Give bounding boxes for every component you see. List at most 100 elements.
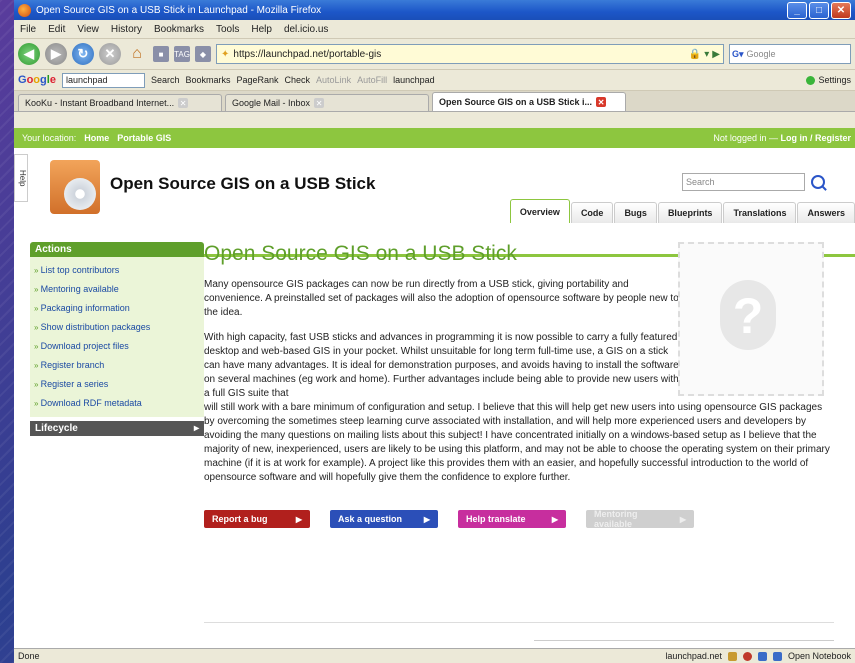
action-download-files[interactable]: Download project files (34, 337, 204, 356)
breadcrumb-project[interactable]: Portable GIS (117, 133, 171, 143)
action-register-branch[interactable]: Register branch (34, 356, 204, 375)
menu-file[interactable]: File (20, 24, 36, 35)
maximize-button[interactable]: □ (809, 1, 829, 19)
lock-icon[interactable]: 🔒 (689, 49, 701, 60)
stop-icon[interactable]: ✕ (99, 43, 121, 65)
report-bug-label: Report a bug (212, 514, 268, 524)
google-search-button[interactable]: Search (151, 75, 180, 85)
project-title: Open Source GIS on a USB Stick (110, 174, 376, 193)
ask-question-button[interactable]: Ask a question ▶ (330, 510, 438, 528)
mentoring-label: Mentoring available (594, 509, 638, 529)
tab-translations[interactable]: Translations (723, 202, 797, 223)
action-top-contributors[interactable]: List top contributors (34, 261, 204, 280)
menu-edit[interactable]: Edit (48, 24, 65, 35)
action-packaging[interactable]: Packaging information (34, 299, 204, 318)
tab-label: KooKu - Instant Broadband Internet... (25, 98, 175, 108)
dropdown-icon[interactable]: ▾ (704, 49, 709, 60)
go-icon[interactable]: ▶ (712, 49, 720, 60)
close-window-button[interactable]: ✕ (831, 1, 851, 19)
site-icon: ✦ (221, 48, 230, 60)
description-paragraph-1: Many opensource GIS packages can now be … (204, 279, 679, 318)
project-header: Open Source GIS on a USB Stick Search Ov… (44, 158, 855, 257)
google-bookmarks-button[interactable]: Bookmarks (185, 75, 230, 85)
tab-code[interactable]: Code (570, 202, 614, 223)
lifecycle-heading[interactable]: Lifecycle ▸ (30, 421, 204, 436)
open-notebook-label[interactable]: Open Notebook (788, 651, 851, 661)
google-logo: Google (18, 74, 56, 86)
tab-answers[interactable]: Answers (797, 202, 855, 223)
browser-window: Open Source GIS on a USB Stick in Launch… (14, 0, 855, 663)
tab-overview[interactable]: Overview (509, 199, 570, 223)
actions-list: List top contributors Mentoring availabl… (30, 257, 204, 417)
forward-icon[interactable]: ▶ (45, 43, 67, 65)
arrow-right-icon: ▶ (551, 514, 558, 524)
project-image-placeholder: ? (678, 242, 824, 396)
google-search-input[interactable]: launchpad (61, 72, 145, 88)
lock-status-icon[interactable] (727, 651, 737, 661)
url-text[interactable]: https://launchpad.net/portable-gis (233, 49, 684, 60)
extension-icon[interactable]: ◆ (195, 46, 211, 62)
arrow-right-icon: ▶ (295, 514, 302, 524)
search-icon[interactable] (811, 175, 825, 189)
login-link[interactable]: Log in / Register (780, 133, 851, 143)
notebook-icon[interactable] (772, 651, 782, 661)
help-translate-button[interactable]: Help translate ▶ (458, 510, 566, 528)
pagerank-indicator[interactable]: PageRank (237, 75, 279, 85)
reload-icon[interactable]: ↻ (72, 43, 94, 65)
sidebar: Actions List top contributors Mentoring … (30, 242, 204, 436)
spellcheck-button[interactable]: Check (285, 75, 311, 85)
address-bar[interactable]: ✦ https://launchpad.net/portable-gis 🔒 ▾… (216, 44, 724, 64)
action-download-rdf[interactable]: Download RDF metadata (34, 394, 204, 413)
launchpad-bookmark[interactable]: launchpad (393, 75, 435, 85)
autolink-button[interactable]: AutoLink (316, 75, 351, 85)
project-search-input[interactable]: Search (682, 173, 805, 191)
arrow-right-icon: ▶ (679, 514, 686, 524)
search-engine-box[interactable]: G▾ Google (729, 44, 851, 64)
help-translate-label: Help translate (466, 514, 526, 524)
menu-tools[interactable]: Tools (216, 24, 239, 35)
tab-bugs[interactable]: Bugs (614, 202, 657, 223)
tab-launchpad[interactable]: Open Source GIS on a USB Stick i... ✕ (432, 92, 626, 111)
not-logged-in-text: Not logged in — (713, 133, 778, 143)
tab-bar: KooKu - Instant Broadband Internet... ✕ … (14, 91, 855, 112)
tab-kooku[interactable]: KooKu - Instant Broadband Internet... ✕ (18, 94, 222, 111)
close-tab-icon[interactable]: ✕ (596, 97, 607, 107)
action-distribution-packages[interactable]: Show distribution packages (34, 318, 204, 337)
close-tab-icon[interactable]: ✕ (178, 98, 189, 108)
footer-divider-2 (534, 640, 834, 641)
action-register-series[interactable]: Register a series (34, 375, 204, 394)
status-bar: Done launchpad.net Open Notebook (14, 648, 855, 663)
minimize-button[interactable]: _ (787, 1, 807, 19)
google-icon[interactable]: G▾ (730, 49, 744, 60)
project-logo (50, 160, 100, 214)
bookmark-toolbar-icon[interactable]: ■ (153, 46, 169, 62)
report-bug-button[interactable]: Report a bug ▶ (204, 510, 310, 528)
google-toolbar: Google launchpad Search Bookmarks PageRa… (14, 70, 855, 91)
breadcrumb-home[interactable]: Home (84, 133, 109, 143)
close-tab-icon[interactable]: ✕ (314, 98, 325, 108)
extension-status-icon[interactable] (757, 651, 767, 661)
menu-delicious[interactable]: del.icio.us (284, 24, 328, 35)
home-icon[interactable]: ⌂ (126, 43, 148, 65)
menu-help[interactable]: Help (251, 24, 272, 35)
description-paragraph-2a: With high capacity, fast USB sticks and … (204, 332, 679, 399)
login-area: Not logged in — Log in / Register (713, 133, 855, 143)
tab-blueprints[interactable]: Blueprints (657, 202, 723, 223)
action-mentoring[interactable]: Mentoring available (34, 280, 204, 299)
autofill-button[interactable]: AutoFill (357, 75, 387, 85)
mentoring-button: Mentoring available ▶ (586, 509, 694, 529)
search-engine-placeholder: Google (746, 49, 776, 59)
tab-gmail[interactable]: Google Mail - Inbox ✕ (225, 94, 429, 111)
tag-icon[interactable]: TAG (174, 46, 190, 62)
footer-divider (204, 622, 834, 623)
project-tabs: Overview Code Bugs Blueprints Translatio… (509, 199, 855, 223)
menu-view[interactable]: View (77, 24, 99, 35)
menu-bar: File Edit View History Bookmarks Tools H… (14, 20, 855, 39)
help-tab[interactable]: Help (14, 154, 28, 202)
addon-icon[interactable] (742, 651, 752, 661)
menu-bookmarks[interactable]: Bookmarks (154, 24, 204, 35)
google-settings[interactable]: Settings (806, 75, 855, 85)
menu-history[interactable]: History (111, 24, 142, 35)
back-icon[interactable]: ◀ (18, 43, 40, 65)
status-domain: launchpad.net (665, 651, 722, 661)
